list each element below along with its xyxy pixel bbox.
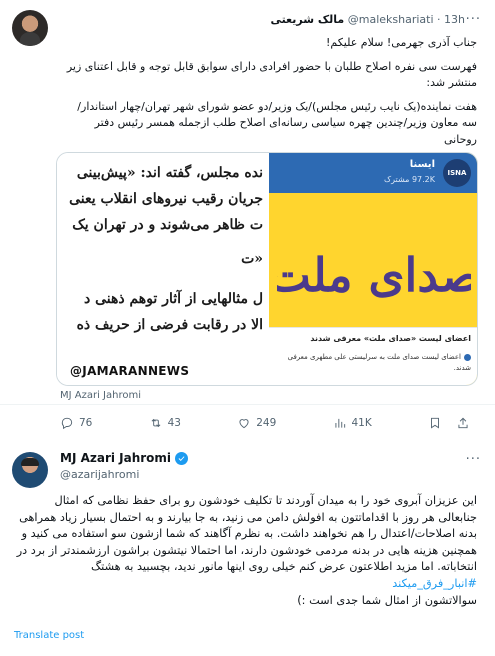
like-button[interactable]: 249 (237, 414, 276, 432)
isna-followers: 97.2K مشترک (383, 175, 435, 184)
tweet-header: مالک شریعتی @malekshariati · 13h (270, 13, 465, 26)
retweet-button[interactable]: 43 (149, 414, 181, 432)
translate-post-link[interactable]: Translate post (14, 630, 84, 641)
logo-text: صدای ملت (277, 248, 471, 302)
author-name[interactable]: MJ Azari Jahromi (60, 451, 171, 465)
avatar[interactable] (12, 452, 48, 488)
share-icon[interactable] (456, 416, 470, 430)
author-name[interactable]: مالک شریعتی (270, 13, 344, 26)
verified-icon (175, 451, 189, 465)
more-icon[interactable]: ··· (466, 452, 481, 467)
reply-text: این عزیزان آبروی خود را به میدان آوردند … (16, 494, 477, 574)
clipping-line: الا در رقابت فرضی از حریف ذه (76, 317, 263, 333)
tweet-paragraph: هفت نماینده(یک نایب رئیس مجلس)/یک وزیر/د… (77, 99, 477, 146)
hashtag-link[interactable]: #انبار_فرق_میکند (392, 577, 477, 590)
reply-count: 76 (79, 417, 93, 429)
tweet-text: این عزیزان آبروی خود را به میدان آوردند … (14, 493, 477, 609)
avatar[interactable] (12, 10, 48, 46)
like-icon (239, 419, 249, 429)
tweet-header: MJ Azari Jahromi (60, 451, 189, 465)
tweet-actions: 76 43 249 41K (60, 414, 470, 432)
isna-post-image[interactable]: ISNA ایسنا 97.2K مشترک صدای ملت اعضای لی… (269, 153, 477, 385)
tweet-extra-actions (428, 414, 470, 432)
media-tag-label[interactable]: MJ Azari Jahromi (60, 390, 141, 401)
news-clipping-image[interactable]: نده مجلس، گفته اند: «پیش‌بینی جریان رقیب… (57, 153, 269, 385)
caption-title: اعضای لیست «صدای ملت» معرفی شدند (310, 334, 471, 343)
isna-name: ایسنا (409, 159, 435, 170)
views-count: 41K (351, 417, 372, 429)
reply-text-end: سوالاتشون از امثال شما جدی است :) (297, 593, 477, 607)
bookmark-icon[interactable] (428, 416, 442, 430)
isna-dot-icon (464, 353, 471, 361)
caption-body-text: اعضای لیست صدای ملت به سرلیستی علی مطهری… (287, 353, 471, 372)
reply-icon (61, 417, 73, 430)
clipping-line: جریان رقیب نیروهای انقلاب یعنی (69, 191, 263, 207)
separator-dot: · (437, 13, 441, 26)
tweet-paragraph: فهرست سی نفره اصلاح طلبان با حضور افرادی… (66, 59, 477, 90)
author-handle[interactable]: @azarijahromi (60, 468, 139, 481)
reply-button[interactable]: 76 (60, 414, 92, 432)
views-button[interactable]: 41K (333, 414, 372, 432)
more-icon[interactable]: ··· (466, 12, 481, 27)
retweet-icon (151, 418, 161, 428)
tweet-paragraph: جناب آذری جهرمی! سلام علیکم! (325, 36, 477, 49)
isna-caption: اعضای لیست «صدای ملت» معرفی شدند اعضای ل… (269, 327, 477, 385)
tweet-media[interactable]: نده مجلس، گفته اند: «پیش‌بینی جریان رقیب… (56, 152, 478, 386)
isna-header: ISNA ایسنا 97.2K مشترک (269, 153, 477, 193)
views-icon (334, 418, 345, 428)
tweet-text: جناب آذری جهرمی! سلام علیکم! فهرست سی نف… (60, 35, 477, 155)
tweet-time[interactable]: 13h (444, 13, 465, 26)
watermark: @JAMARANNEWS (67, 363, 193, 379)
retweet-count: 43 (167, 417, 181, 429)
clipping-line: ت ظاهر می‌شوند و در تهران یک (72, 217, 263, 233)
caption-body: اعضای لیست صدای ملت به سرلیستی علی مطهری… (281, 352, 471, 374)
tweet-malekshariati: مالک شریعتی @malekshariati · 13h ··· جنا… (0, 0, 495, 430)
sedaye-mellat-logo: صدای ملت (277, 248, 471, 302)
like-count: 249 (256, 417, 277, 429)
author-handle[interactable]: @malekshariati (348, 13, 434, 26)
isna-logo-icon: ISNA (443, 159, 471, 187)
clipping-line: نده مجلس، گفته اند: «پیش‌بینی (76, 165, 263, 181)
clipping-line: ل مثالهایی از آثار توهم ذهنی د (84, 291, 263, 307)
clipping-line: «ت (241, 251, 263, 267)
